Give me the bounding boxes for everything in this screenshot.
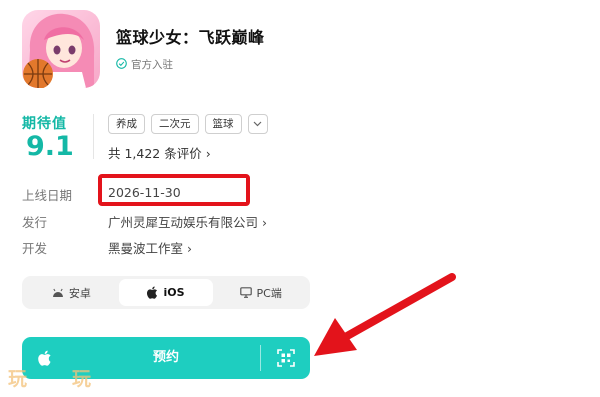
android-icon bbox=[52, 288, 63, 297]
tag-item[interactable]: 养成 bbox=[108, 114, 145, 134]
tags-expand-button[interactable] bbox=[247, 114, 268, 134]
reserve-label: 预约 bbox=[152, 350, 179, 365]
verified-label: 官方入驻 bbox=[131, 59, 173, 71]
tab-label: iOS bbox=[163, 286, 185, 299]
tab-pc[interactable]: PC端 bbox=[213, 279, 308, 306]
tag-item[interactable]: 篮球 bbox=[204, 114, 242, 134]
rating-label: 期待值 bbox=[22, 116, 67, 132]
highlight-box bbox=[98, 174, 250, 206]
release-date-label: 上线日期 bbox=[22, 188, 73, 203]
tag-list: 养成 二次元 篮球 bbox=[108, 114, 268, 134]
chevron-down-icon bbox=[253, 121, 262, 127]
divider bbox=[260, 345, 261, 371]
app-title: 篮球少女：飞跃巅峰 bbox=[116, 28, 265, 47]
developer-link[interactable]: 黑曼波工作室 › bbox=[108, 238, 192, 257]
verified-icon bbox=[116, 57, 127, 72]
publisher-label: 发行 bbox=[22, 215, 48, 230]
monitor-icon bbox=[239, 287, 252, 298]
platform-tabs: 安卓 iOS PC端 bbox=[22, 276, 310, 309]
app-icon bbox=[22, 10, 100, 88]
divider bbox=[93, 114, 94, 159]
tab-ios[interactable]: iOS bbox=[118, 279, 214, 306]
watermark: 玩 bbox=[8, 368, 28, 390]
tab-label: 安卓 bbox=[68, 286, 91, 300]
tab-android[interactable]: 安卓 bbox=[24, 279, 119, 306]
watermark: 玩 bbox=[72, 368, 92, 390]
tab-label: PC端 bbox=[256, 286, 282, 300]
verified-badge: 官方入驻 bbox=[116, 57, 173, 72]
reserve-button[interactable]: 预约 bbox=[22, 337, 310, 379]
rating-value: 9.1 bbox=[26, 131, 74, 162]
apple-icon bbox=[147, 286, 158, 299]
reviews-link[interactable]: 共 1,422 条评价 › bbox=[108, 143, 211, 162]
qr-code-icon[interactable] bbox=[277, 349, 295, 371]
developer-label: 开发 bbox=[22, 241, 48, 256]
publisher-link[interactable]: 广州灵犀互动娱乐有限公司 › bbox=[108, 212, 267, 231]
tag-item[interactable]: 二次元 bbox=[151, 114, 199, 134]
